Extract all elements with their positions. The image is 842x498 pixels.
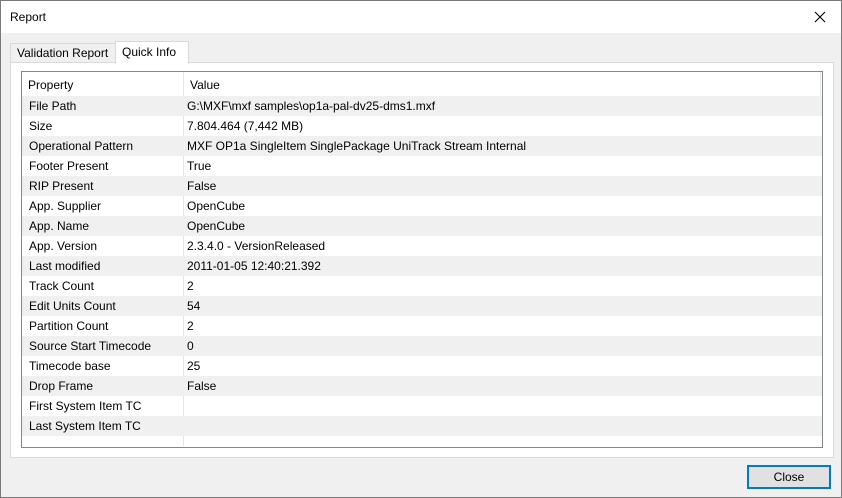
table-row[interactable]: App. Supplier OpenCube: [22, 196, 822, 216]
tab-validation-report[interactable]: Validation Report: [10, 43, 119, 63]
property-cell: Track Count: [29, 279, 94, 293]
quick-info-panel: Property Value File Path G:\MXF\mxf sampl…: [10, 62, 834, 458]
list-header: Property Value: [22, 72, 822, 96]
property-cell: Footer Present: [29, 159, 109, 173]
table-row[interactable]: First System Item TC: [22, 396, 822, 416]
property-cell: Edit Units Count: [29, 299, 116, 313]
table-row[interactable]: Size 7.804.464 (7,442 MB): [22, 116, 822, 136]
table-row[interactable]: Last modified 2011-01-05 12:40:21.392: [22, 256, 822, 276]
value-cell: 7.804.464 (7,442 MB): [187, 119, 304, 133]
table-row[interactable]: Footer Present True: [22, 156, 822, 176]
title-bar: Report: [1, 1, 841, 33]
window-close-button[interactable]: [803, 1, 837, 33]
table-row[interactable]: Partition Count 2: [22, 316, 822, 336]
property-cell: Timecode base: [29, 359, 111, 373]
property-cell: App. Name: [29, 219, 90, 233]
column-header-label: Value: [190, 78, 220, 92]
value-cell: 54: [187, 299, 201, 313]
property-cell: Last modified: [29, 259, 101, 273]
column-divider[interactable]: [820, 72, 821, 96]
value-cell: 2.3.4.0 - VersionReleased: [187, 239, 326, 253]
table-row[interactable]: App. Version 2.3.4.0 - VersionReleased: [22, 236, 822, 256]
value-cell: True: [187, 159, 212, 173]
quick-info-list[interactable]: Property Value File Path G:\MXF\mxf sampl…: [21, 71, 823, 448]
table-row[interactable]: Source Start Timecode 0: [22, 336, 822, 356]
table-row[interactable]: RIP Present False: [22, 176, 822, 196]
window-title: Report: [10, 10, 47, 24]
value-cell: G:\MXF\mxf samples\op1a-pal-dv25-dms1.mx…: [187, 99, 436, 113]
column-header-label: Property: [28, 78, 74, 92]
column-header-value[interactable]: Value: [184, 72, 822, 96]
table-row[interactable]: Drop Frame False: [22, 376, 822, 396]
table-row[interactable]: File Path G:\MXF\mxf samples\op1a-pal-dv2…: [22, 96, 822, 116]
table-row[interactable]: Timecode base 25: [22, 356, 822, 376]
property-cell: Last System Item TC: [29, 419, 141, 433]
property-cell: Source Start Timecode: [29, 339, 152, 353]
tab-label: Quick Info: [122, 45, 177, 59]
tab-label: Validation Report: [17, 46, 109, 60]
value-cell: MXF OP1a SingleItem SinglePackage UniTra…: [187, 139, 527, 153]
value-cell: 2: [187, 279, 194, 293]
property-cell: Operational Pattern: [29, 139, 134, 153]
value-cell: OpenCube: [187, 199, 246, 213]
property-cell: Drop Frame: [29, 379, 94, 393]
close-button[interactable]: Close: [747, 465, 831, 489]
close-button-label: Close: [773, 470, 805, 484]
property-cell: App. Supplier: [29, 199, 102, 213]
list-rows: File Path G:\MXF\mxf samples\op1a-pal-dv2…: [22, 96, 822, 436]
value-cell: False: [187, 379, 217, 393]
value-cell: OpenCube: [187, 219, 246, 233]
table-row[interactable]: App. Name OpenCube: [22, 216, 822, 236]
table-row[interactable]: Last System Item TC: [22, 416, 822, 436]
value-cell: 2011-01-05 12:40:21.392: [187, 259, 321, 273]
table-row[interactable]: Edit Units Count 54: [22, 296, 822, 316]
value-cell: False: [187, 179, 217, 193]
value-cell: 25: [187, 359, 201, 373]
property-cell: App. Version: [29, 239, 98, 253]
report-window: Report Validation Report Quick Info Prop…: [0, 0, 842, 498]
property-cell: File Path: [29, 99, 77, 113]
tab-quick-info[interactable]: Quick Info: [115, 41, 189, 64]
property-cell: RIP Present: [29, 179, 94, 193]
property-cell: Size: [29, 119, 53, 133]
column-header-property[interactable]: Property: [22, 72, 183, 96]
value-cell: 2: [187, 319, 194, 333]
table-row[interactable]: Track Count 2: [22, 276, 822, 296]
property-cell: First System Item TC: [29, 399, 142, 413]
property-cell: Partition Count: [29, 319, 109, 333]
value-cell: 0: [187, 339, 194, 353]
table-row[interactable]: Operational Pattern MXF OP1a SingleItem S…: [22, 136, 822, 156]
close-icon: [814, 11, 826, 23]
